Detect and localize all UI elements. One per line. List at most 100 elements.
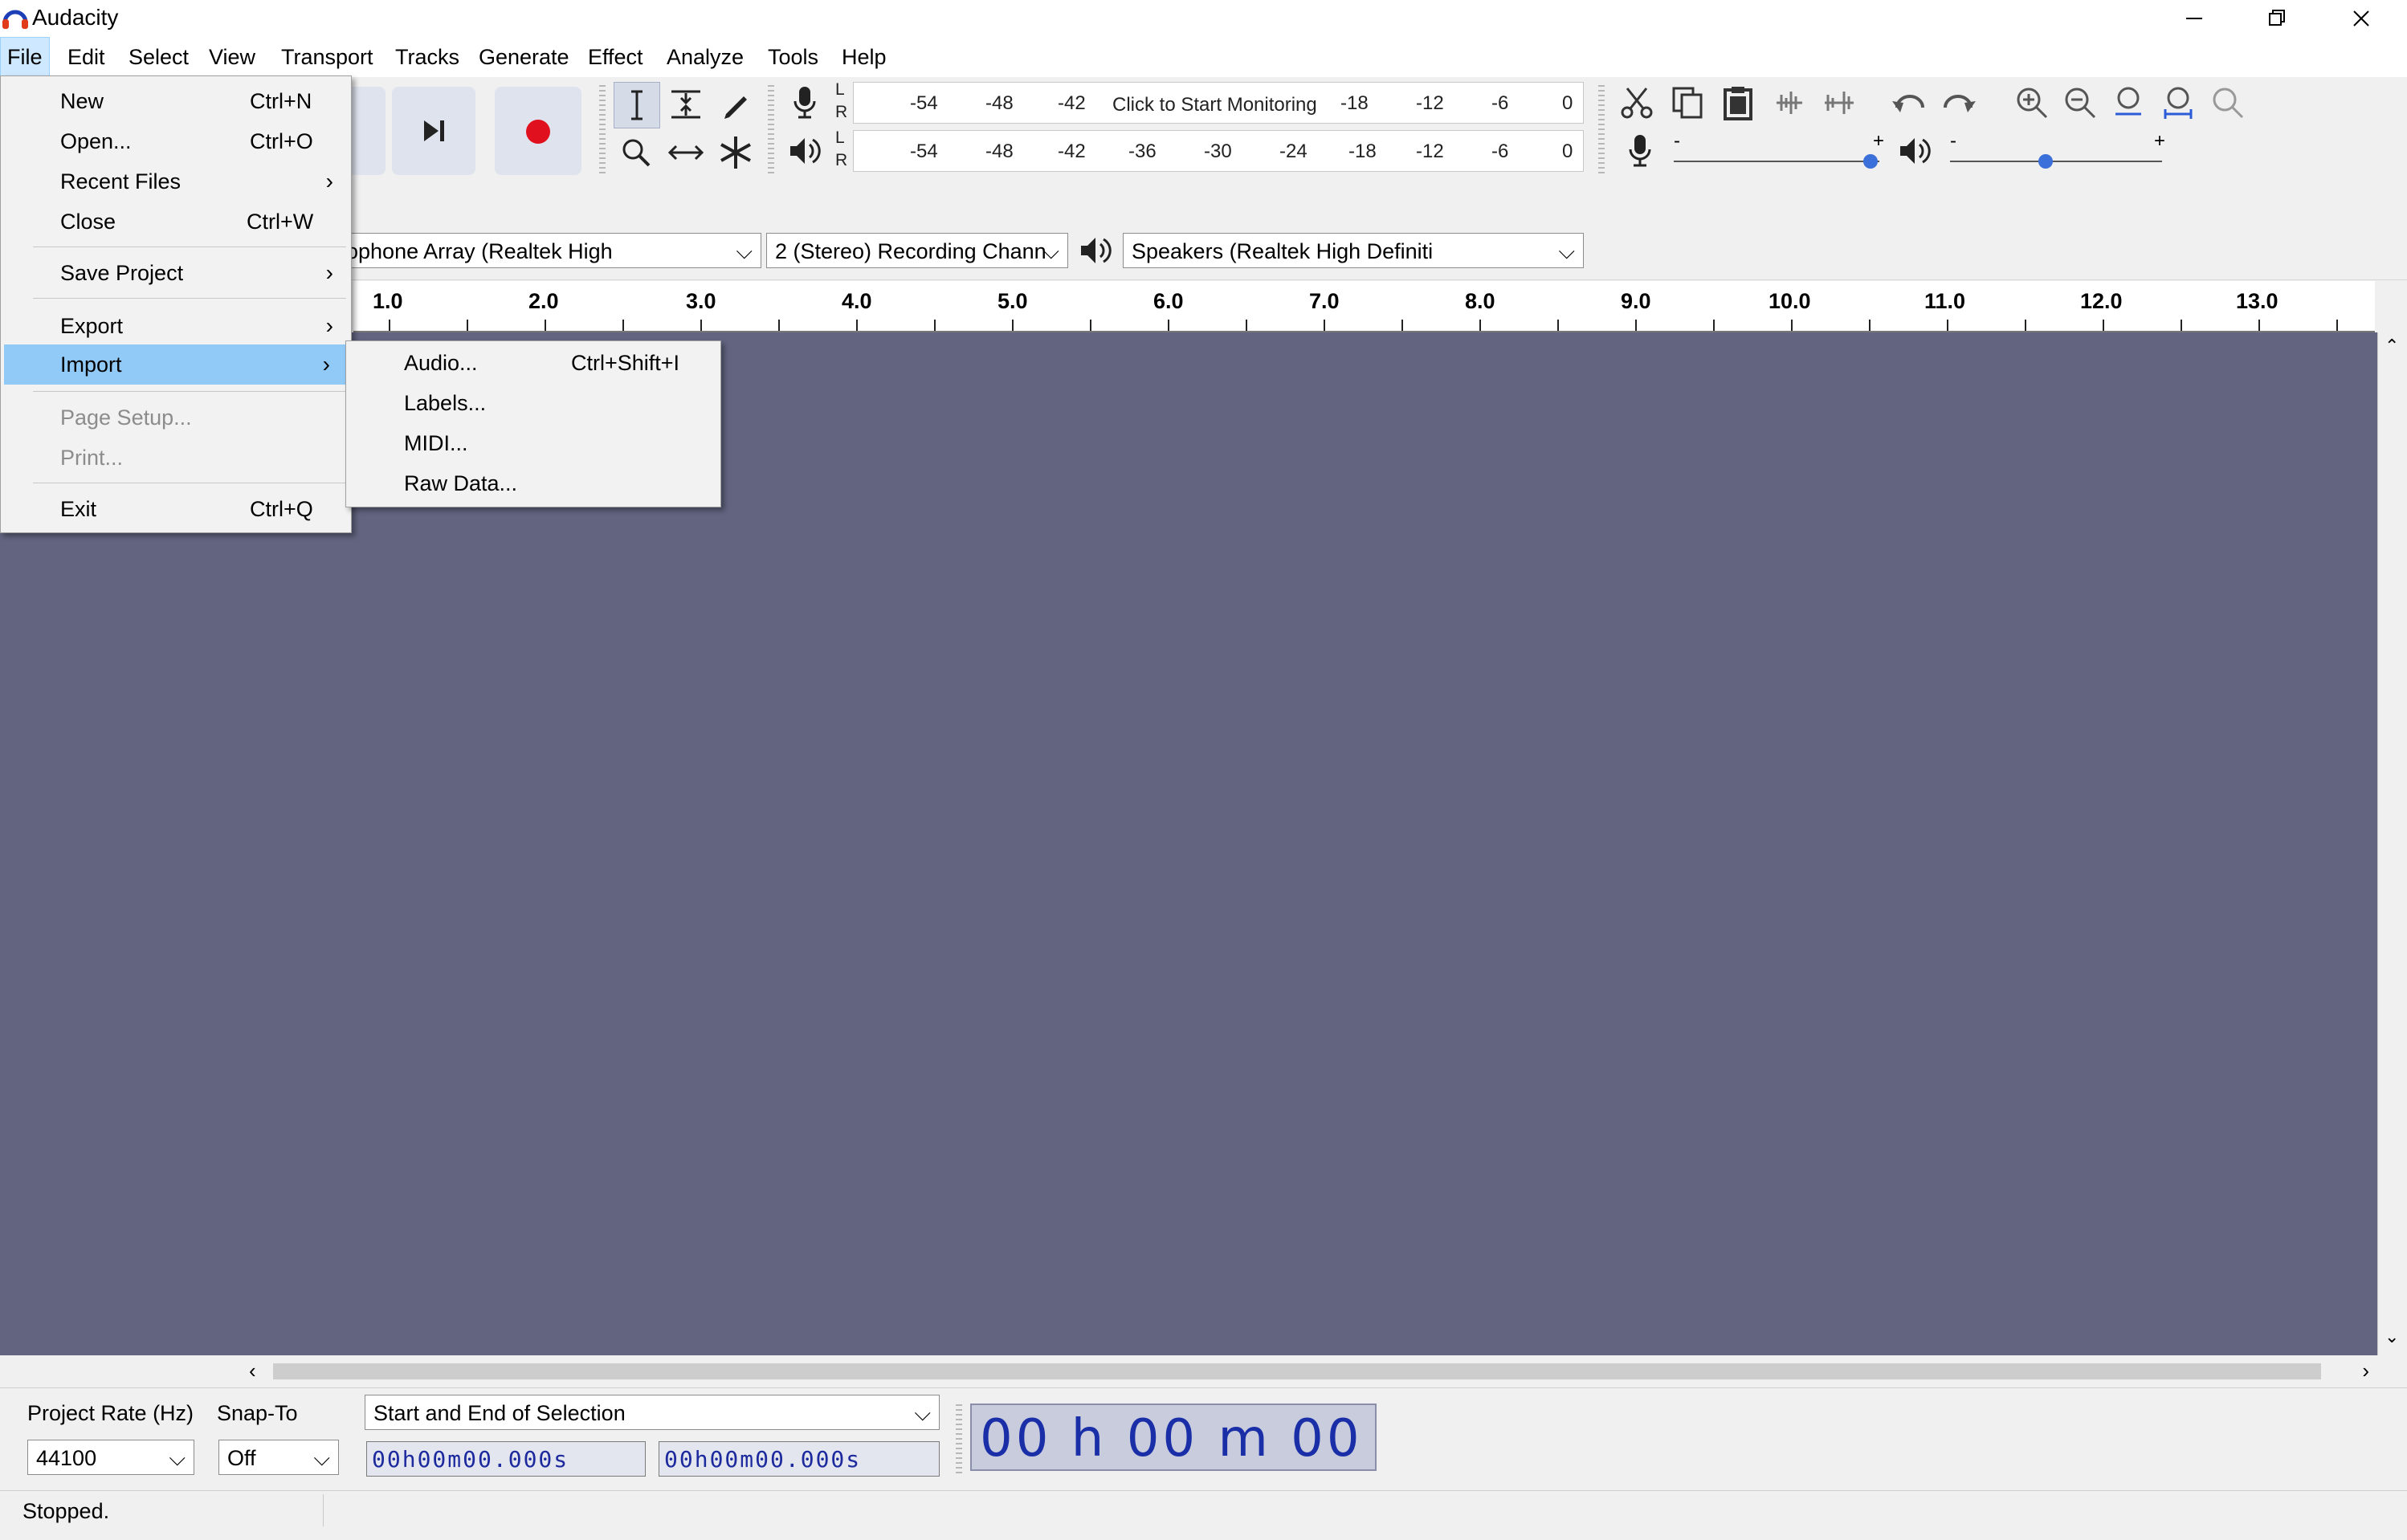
menu-select[interactable]: Select <box>122 37 195 77</box>
menu-item-exit[interactable]: Exit Ctrl+Q <box>1 489 351 529</box>
output-device-select[interactable]: Speakers (Realtek High Definiti ⌵ <box>1123 233 1584 268</box>
silence-audio-icon <box>1825 92 1854 114</box>
undo-button[interactable] <box>1887 80 1932 125</box>
meter-tick: -42 <box>1058 141 1086 162</box>
menu-item-import-audio[interactable]: Audio... Ctrl+Shift+I <box>346 343 720 383</box>
selection-tool-button[interactable] <box>614 82 660 128</box>
pencil-icon <box>724 96 747 119</box>
zoom-out-icon <box>2065 88 2096 119</box>
snap-to-value: Off <box>227 1446 256 1470</box>
toolbar-grip[interactable] <box>599 85 606 173</box>
paste-button[interactable] <box>1715 80 1760 125</box>
magnifier-icon <box>622 139 651 167</box>
zoom-tool-button[interactable] <box>614 130 659 175</box>
menu-edit[interactable]: Edit <box>61 37 112 77</box>
scroll-up-icon[interactable]: ⌃ <box>2385 336 2399 356</box>
zoom-in-icon <box>2017 88 2048 119</box>
menu-item-export[interactable]: Export › <box>1 306 351 346</box>
menu-view[interactable]: View <box>202 37 262 77</box>
menu-item-new[interactable]: New Ctrl+N <box>1 81 351 121</box>
menu-item-import-midi[interactable]: MIDI... <box>346 423 720 463</box>
timeshift-tool-button[interactable] <box>663 130 708 175</box>
menu-bar: File Edit Select View Transport Tracks G… <box>0 37 2407 77</box>
menu-item-import-raw-data[interactable]: Raw Data... <box>346 463 720 503</box>
menu-item-save-project[interactable]: Save Project › <box>1 253 351 293</box>
minimize-button[interactable] <box>2152 0 2236 37</box>
input-device-select[interactable]: ophone Array (Realtek High ⌵ <box>337 233 761 268</box>
menu-file[interactable]: File <box>0 37 50 77</box>
menu-item-close[interactable]: Close Ctrl+W <box>1 202 351 242</box>
toolbar-grip[interactable] <box>956 1404 962 1477</box>
menu-generate[interactable]: Generate <box>472 37 576 77</box>
slider-thumb[interactable] <box>2038 154 2053 169</box>
fit-selection-button[interactable] <box>2107 80 2152 125</box>
menu-transport[interactable]: Transport <box>275 37 380 77</box>
output-device-icon-box <box>1073 228 1118 273</box>
input-volume-icon-box <box>1618 128 1662 173</box>
snap-to-select[interactable]: Off ⌵ <box>218 1440 339 1475</box>
selection-start-time[interactable]: 00h00m00.000s <box>366 1441 646 1477</box>
menu-item-page-setup[interactable]: Page Setup... <box>1 397 351 438</box>
undo-icon <box>1892 95 1924 112</box>
zoom-out-button[interactable] <box>2058 80 2103 125</box>
cut-button[interactable] <box>1614 80 1659 125</box>
draw-tool-button[interactable] <box>713 82 758 127</box>
envelope-tool-button[interactable] <box>663 82 708 127</box>
selection-start-value: 00h00m00.000s <box>372 1446 569 1473</box>
menu-item-import-labels[interactable]: Labels... <box>346 383 720 423</box>
scroll-left-icon[interactable]: ‹ <box>249 1359 256 1383</box>
multi-tool-button[interactable] <box>713 130 758 175</box>
zoom-in-button[interactable] <box>2009 80 2054 125</box>
input-volume-slider[interactable]: - + <box>1671 130 1887 170</box>
menu-item-print[interactable]: Print... <box>1 438 351 478</box>
menu-item-recent-files[interactable]: Recent Files › <box>1 161 351 202</box>
selection-end-time[interactable]: 00h00m00.000s <box>659 1441 940 1477</box>
chevron-down-icon: ⌵ <box>1042 239 1059 263</box>
menu-effect[interactable]: Effect <box>581 37 650 77</box>
meter-tick: -6 <box>1491 92 1509 114</box>
selection-mode-select[interactable]: Start and End of Selection ⌵ <box>365 1395 940 1430</box>
copy-button[interactable] <box>1666 80 1711 125</box>
ruler-label: 6.0 <box>1153 289 1184 313</box>
zoom-toggle-button[interactable] <box>2205 80 2250 125</box>
trim-button[interactable] <box>1767 80 1812 125</box>
ruler-label: 5.0 <box>997 289 1028 313</box>
record-button[interactable] <box>495 87 581 175</box>
toolbar-grip[interactable] <box>1598 133 1605 173</box>
ruler-label: 9.0 <box>1621 289 1651 313</box>
scroll-down-icon[interactable]: ⌄ <box>2385 1326 2399 1347</box>
meter-tick: 0 <box>1562 141 1573 162</box>
skip-end-button[interactable] <box>392 87 475 175</box>
record-meter-button[interactable] <box>782 80 827 125</box>
horizontal-scrollbar[interactable]: ‹ › <box>241 1357 2377 1386</box>
close-button[interactable] <box>2319 0 2403 37</box>
menu-analyze[interactable]: Analyze <box>660 37 750 77</box>
channels-select[interactable]: 2 (Stereo) Recording Chann ⌵ <box>766 233 1068 268</box>
slider-track <box>1674 161 1879 162</box>
restore-button[interactable] <box>2236 0 2319 37</box>
redo-button[interactable] <box>1936 80 1981 125</box>
play-meter[interactable]: -54 -48 -42 -36 -30 -24 -18 -12 -6 0 <box>853 130 1584 172</box>
menu-help[interactable]: Help <box>835 37 893 77</box>
vertical-scrollbar[interactable]: ⌃ ⌄ <box>2377 332 2407 1355</box>
output-volume-icon-box <box>1892 128 1937 173</box>
slider-thumb[interactable] <box>1863 154 1878 169</box>
scrollbar-thumb[interactable] <box>273 1363 2321 1379</box>
menu-tools[interactable]: Tools <box>761 37 825 77</box>
menu-item-open[interactable]: Open... Ctrl+O <box>1 121 351 161</box>
timeline-ruler[interactable]: 1.0 2.0 3.0 4.0 5.0 6.0 7.0 8.0 9.0 10.0… <box>353 281 2375 332</box>
silence-button[interactable] <box>1817 80 1862 125</box>
scroll-right-icon[interactable]: › <box>2362 1359 2369 1383</box>
start-monitoring-label[interactable]: Click to Start Monitoring <box>1112 94 1317 116</box>
output-volume-slider[interactable]: - + <box>1947 130 2172 170</box>
record-meter[interactable]: -54 -48 -42 Click to Start Monitoring -1… <box>853 82 1584 124</box>
slider-min-label: - <box>1674 130 1680 152</box>
menu-tracks[interactable]: Tracks <box>389 37 466 77</box>
menu-item-import[interactable]: Import › <box>4 344 348 385</box>
fit-project-button[interactable] <box>2157 80 2202 125</box>
play-meter-button[interactable] <box>782 128 827 173</box>
project-rate-select[interactable]: 44100 ⌵ <box>27 1440 194 1475</box>
selection-end-value: 00h00m00.000s <box>664 1446 862 1473</box>
audio-position-display[interactable]: 00 h 00 m 00 s <box>970 1404 1377 1536</box>
toolbar-grip[interactable] <box>768 85 774 173</box>
